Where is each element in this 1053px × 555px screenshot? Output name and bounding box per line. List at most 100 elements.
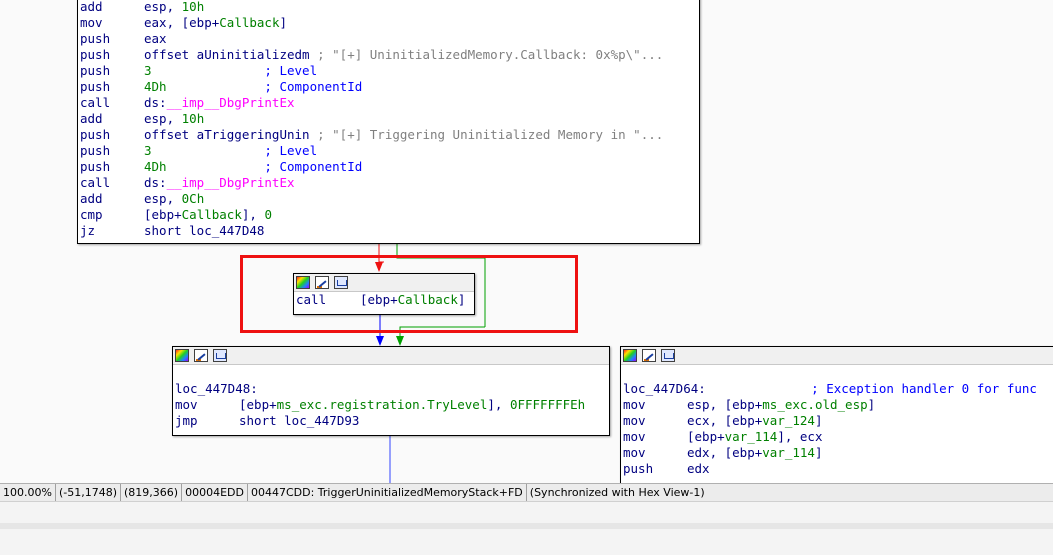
mnemonic: mov — [623, 413, 646, 428]
code-line[interactable]: push edx — [623, 461, 1053, 477]
code-line[interactable]: mov [ebp+ms_exc.registration.TryLevel], 0… — [175, 397, 609, 413]
edge-green-arrow — [396, 336, 404, 346]
mnemonic: call — [80, 95, 111, 110]
code-line[interactable]: call ds:__imp__DbgPrintEx — [80, 175, 699, 191]
code-block-loc-447D64[interactable]: loc_447D64: ; Exception handler 0 for fu… — [620, 346, 1053, 483]
operand: offset aTriggeringUnin — [144, 127, 318, 142]
operand: ] — [814, 413, 823, 428]
code-block-call[interactable]: call [ebp+Callback] — [293, 273, 475, 315]
operand: ; — [166, 159, 280, 174]
operand: ds: — [144, 175, 167, 190]
operand: ; Exception handler 0 for func — [705, 381, 1037, 396]
code-line[interactable]: jmp short loc_447D93 — [175, 413, 609, 429]
code-line[interactable]: loc_447D64: ; Exception handler 0 for fu… — [623, 381, 1053, 397]
code-block-loc-447D48[interactable]: loc_447D48: mov [ebp+ms_exc.registration.T… — [172, 346, 610, 436]
code-lines: loc_447D48: mov [ebp+ms_exc.registration.T… — [173, 365, 609, 429]
code-line[interactable]: call ds:__imp__DbgPrintEx — [80, 95, 699, 111]
mnemonic: add — [80, 0, 103, 14]
operand: var_114 — [724, 429, 778, 444]
operand: 0 — [264, 207, 272, 222]
operand: esp, — [144, 191, 182, 206]
node-header — [173, 347, 609, 365]
operand: [ebp+ — [239, 397, 277, 412]
operand: [ebp+ — [144, 207, 182, 222]
operand: var_114 — [762, 445, 815, 460]
operand: ] — [814, 445, 823, 460]
operand: edx — [687, 461, 710, 476]
operand: short loc_447D93 — [239, 413, 360, 428]
code-line[interactable]: push offset aTriggeringUnin ; "[+] Trigge… — [80, 127, 699, 143]
mnemonic: push — [80, 47, 111, 62]
mnemonic: push — [80, 63, 111, 78]
operand: [ebp+ — [687, 429, 725, 444]
mnemonic: mov — [623, 429, 646, 444]
operand: ; — [166, 79, 280, 94]
status-bar: 100.00% (-51,1748) (819,366) 00004EDD 00447C… — [0, 483, 1053, 501]
operand: 4Dh — [144, 159, 167, 174]
code-line[interactable]: push 3 ; Level — [80, 63, 699, 79]
horizontal-scrollbar[interactable] — [0, 523, 1053, 529]
mnemonic: push — [80, 31, 111, 46]
graph-view[interactable]: add esp, 10h mov eax, [ebp+Callback] push eax… — [0, 0, 1053, 483]
mnemonic: push — [80, 159, 111, 174]
operand: 4Dh — [144, 79, 167, 94]
operand: ; "[+] UninitializedMemory.Callback: 0x%… — [317, 47, 664, 62]
code-line[interactable]: push eax — [80, 31, 699, 47]
code-line[interactable]: push 3 ; Level — [80, 143, 699, 159]
operand: __imp__DbgPrintEx — [166, 175, 295, 190]
code-line[interactable]: mov eax, [ebp+Callback] — [80, 15, 699, 31]
code-line[interactable]: add esp, 10h — [80, 111, 699, 127]
code-line[interactable]: push 4Dh ; ComponentId — [80, 79, 699, 95]
code-block-top[interactable]: add esp, 10h mov eax, [ebp+Callback] push eax… — [77, 0, 700, 244]
mnemonic: push — [80, 143, 111, 158]
edit-icon[interactable] — [315, 276, 329, 289]
code-line[interactable]: mov ecx, [ebp+var_124] — [623, 413, 1053, 429]
operand: var_124 — [762, 413, 815, 428]
operand: esp, [ebp+ — [687, 397, 763, 412]
mnemonic: add — [80, 191, 103, 206]
code-line[interactable]: cmp [ebp+Callback], 0 — [80, 207, 699, 223]
graph-icon[interactable] — [213, 349, 227, 362]
code-line[interactable]: mov edx, [ebp+var_114] — [623, 445, 1053, 461]
edit-icon[interactable] — [194, 349, 208, 362]
code-line[interactable] — [175, 365, 609, 381]
operand: ; "[+] Triggering Uninitialized Memory i… — [317, 127, 664, 142]
color-palette-icon[interactable] — [296, 276, 310, 289]
code-line[interactable]: mov [ebp+var_114], ecx — [623, 429, 1053, 445]
code-line[interactable]: push offset aUninitializedm ; "[+] Uninit… — [80, 47, 699, 63]
mnemonic: call — [80, 175, 111, 190]
code-line[interactable] — [623, 365, 1053, 381]
code-line[interactable]: call [ebp+Callback] — [296, 292, 474, 308]
operand: short loc_447D48 — [144, 223, 265, 238]
operand: ecx, [ebp+ — [687, 413, 763, 428]
code-lines: loc_447D64: ; Exception handler 0 for fu… — [621, 365, 1053, 477]
code-line[interactable]: loc_447D48: — [175, 381, 609, 397]
operand: Level — [279, 63, 318, 78]
operand: ], — [241, 207, 265, 222]
code-line[interactable]: add esp, 0Ch — [80, 191, 699, 207]
operand: 0Ch — [181, 191, 205, 206]
operand: 10h — [181, 0, 205, 14]
mnemonic: mov — [175, 397, 198, 412]
mnemonic: jz — [80, 223, 96, 238]
code-line[interactable]: mov esp, [ebp+ms_exc.old_esp] — [623, 397, 1053, 413]
operand: 0FFFFFFFEh — [509, 397, 586, 412]
graph-icon[interactable] — [661, 349, 675, 362]
code-line[interactable]: jz short loc_447D48 — [80, 223, 699, 239]
mouse-position: (-51,1748) — [56, 484, 121, 501]
node-header — [621, 347, 1053, 365]
operand: __imp__DbgPrintEx — [166, 95, 295, 110]
operand: ds: — [144, 95, 167, 110]
mnemonic: push — [623, 461, 654, 476]
code-line[interactable]: push 4Dh ; ComponentId — [80, 159, 699, 175]
color-palette-icon[interactable] — [175, 349, 189, 362]
code-line[interactable]: add esp, 10h — [80, 0, 699, 15]
color-palette-icon[interactable] — [623, 349, 637, 362]
edit-icon[interactable] — [642, 349, 656, 362]
mnemonic: call — [296, 292, 327, 307]
operand: ], ecx — [777, 429, 823, 444]
sync-status: (Synchronized with Hex View-1) — [529, 486, 705, 499]
graph-icon[interactable] — [334, 276, 348, 289]
operand: [ebp+ — [360, 292, 398, 307]
operand: eax, [ebp+ — [144, 15, 220, 30]
